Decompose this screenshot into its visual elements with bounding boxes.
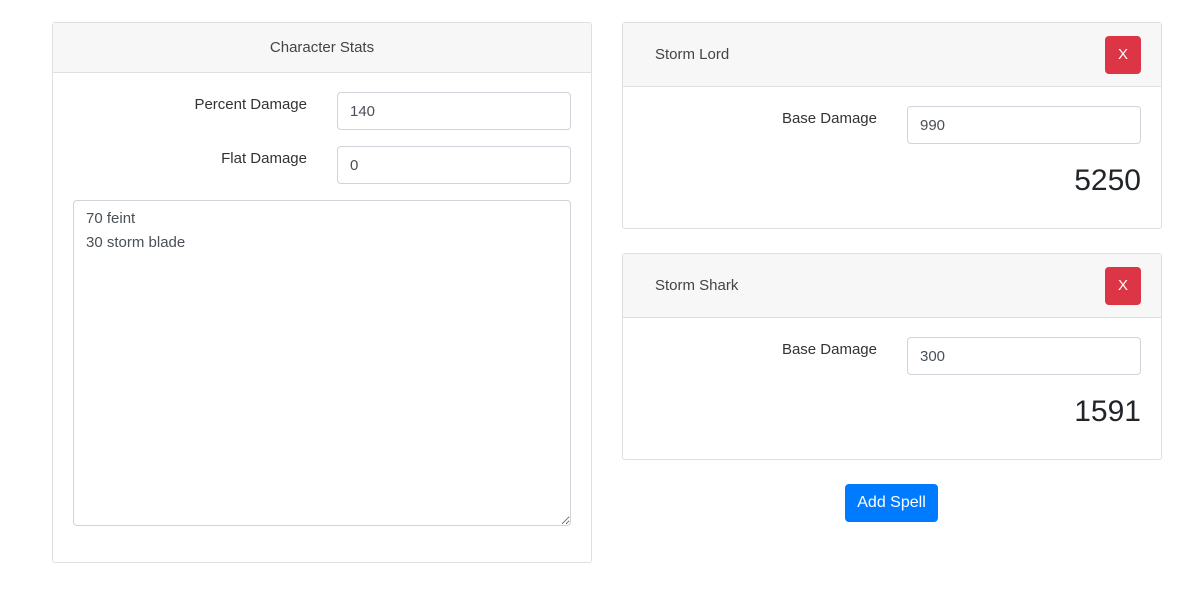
spell-card-header: Storm Shark X [623, 254, 1161, 318]
base-damage-label: Base Damage [781, 341, 877, 358]
character-stats-header: Character Stats [53, 23, 591, 73]
base-damage-input[interactable] [907, 106, 1141, 144]
spell-card: Storm Lord X Base Damage 5250 [622, 22, 1162, 229]
spell-damage-result: 5250 [1074, 164, 1141, 197]
remove-spell-button[interactable]: X [1105, 36, 1141, 74]
remove-spell-button[interactable]: X [1105, 267, 1141, 305]
base-damage-input[interactable] [907, 337, 1141, 375]
spell-damage-result: 1591 [1074, 395, 1141, 428]
spell-name: Storm Lord [655, 46, 730, 63]
percent-damage-label: Percent Damage [194, 96, 307, 113]
base-damage-label: Base Damage [781, 110, 877, 127]
spell-card: Storm Shark X Base Damage 1591 [622, 253, 1162, 460]
character-stats-card: Character Stats Percent Damage Flat Dama… [52, 22, 592, 563]
spell-card-header: Storm Lord X [623, 23, 1161, 87]
flat-damage-label: Flat Damage [221, 150, 307, 167]
percent-damage-input[interactable] [337, 92, 571, 130]
buffs-textarea[interactable]: 70 feint 30 storm blade [73, 200, 571, 526]
spell-name: Storm Shark [655, 277, 739, 294]
add-spell-button[interactable]: Add Spell [845, 484, 938, 522]
flat-damage-input[interactable] [337, 146, 571, 184]
